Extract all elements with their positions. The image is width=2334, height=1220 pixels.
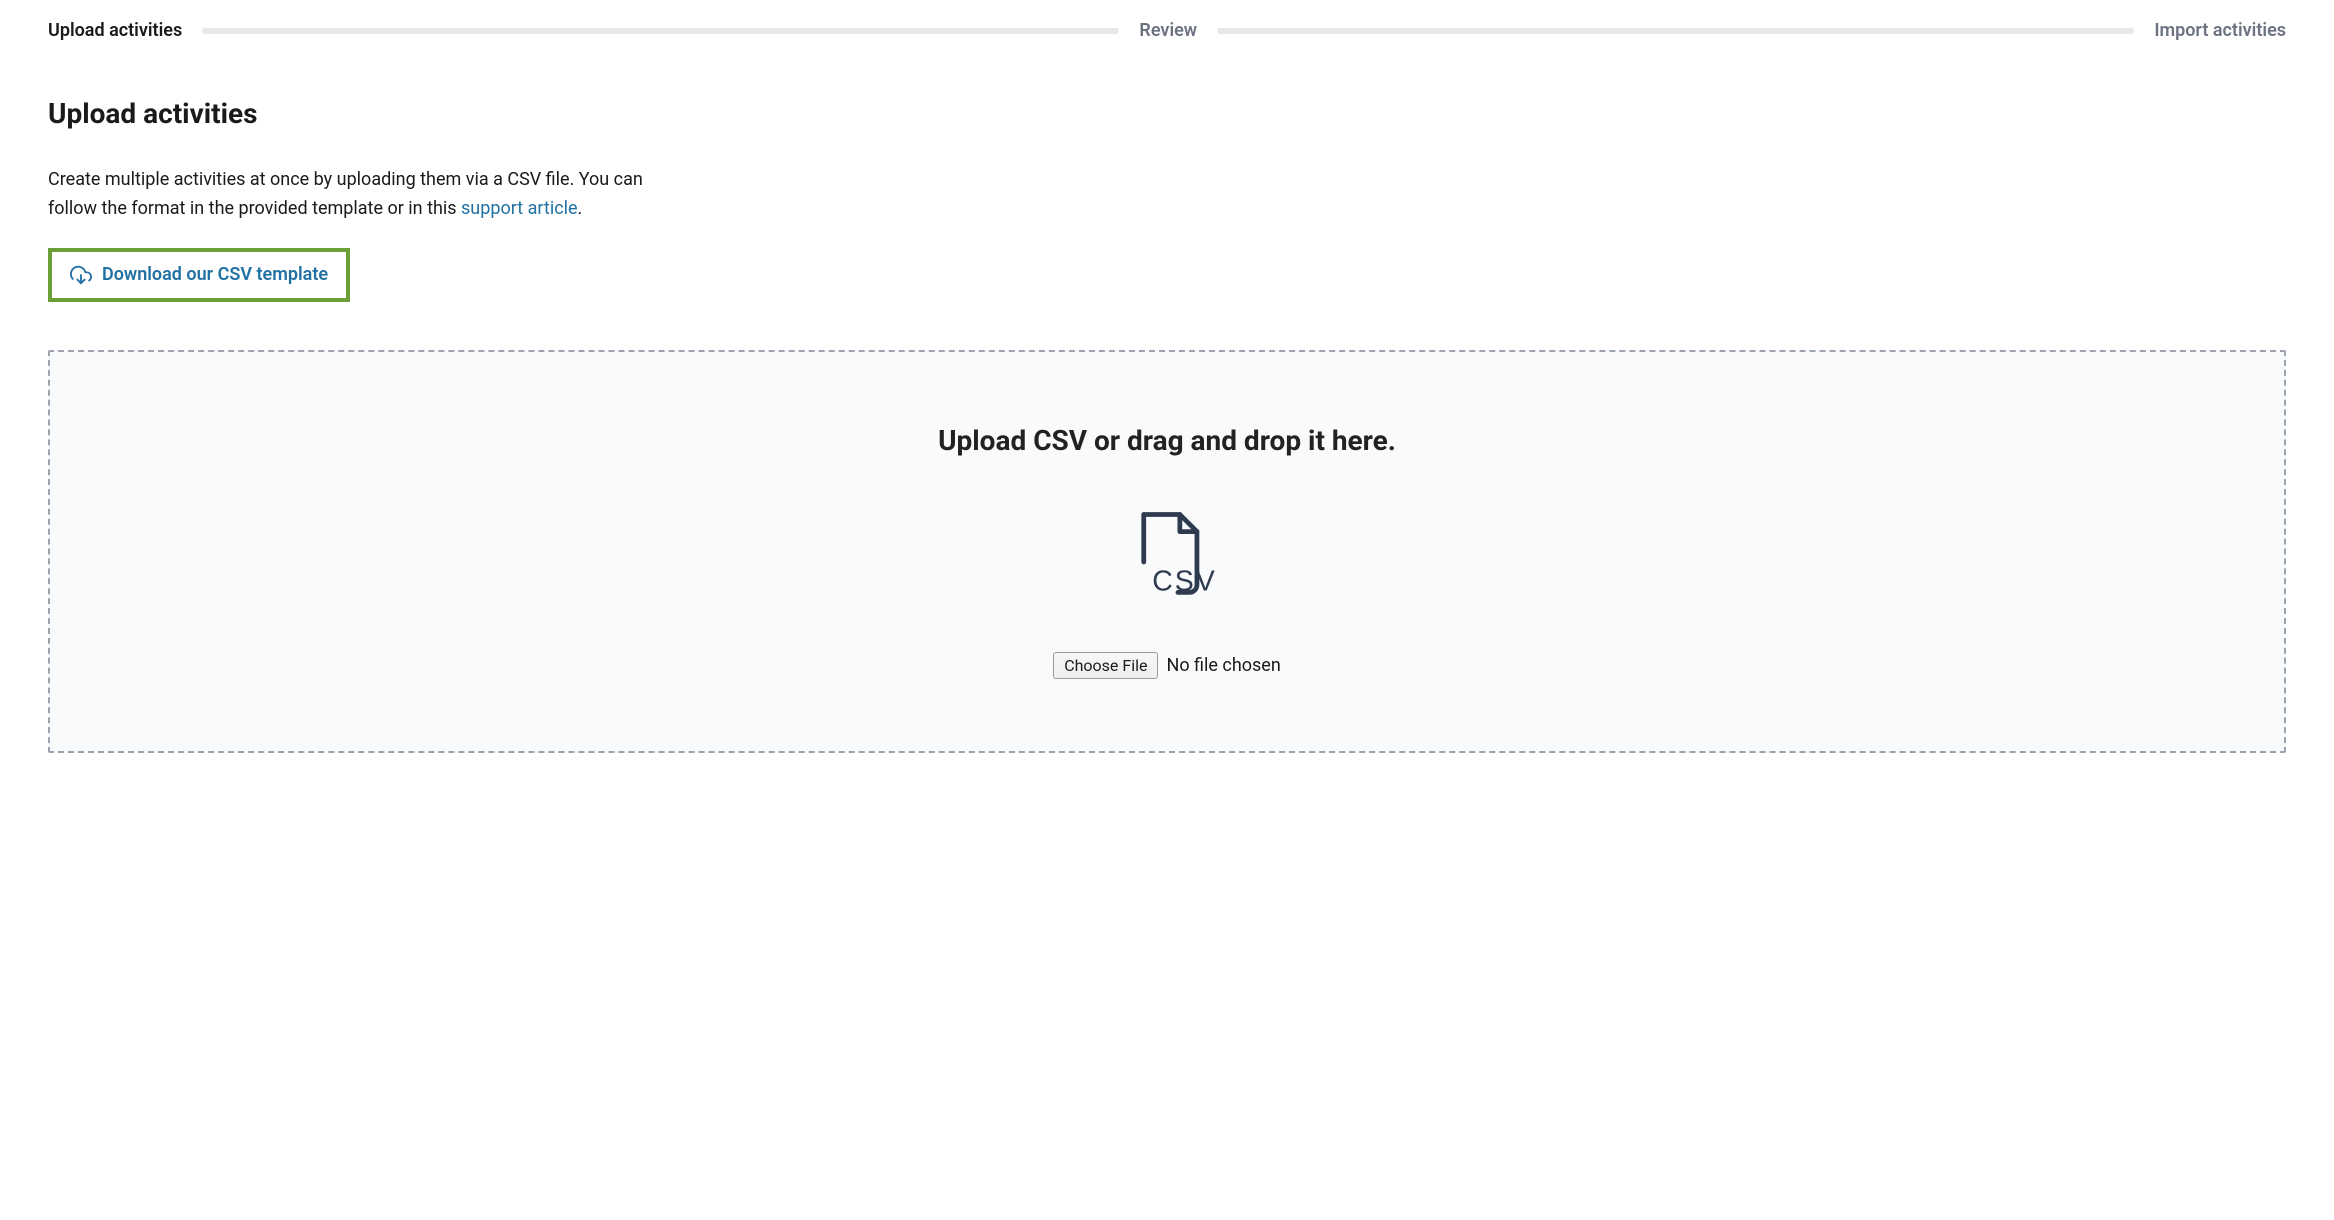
page-title: Upload activities: [48, 97, 2286, 130]
step-import-activities[interactable]: Import activities: [2154, 20, 2286, 41]
download-csv-template-label: Download our CSV template: [102, 264, 328, 285]
support-article-link[interactable]: support article: [461, 198, 578, 219]
csv-file-icon: CSV: [1120, 505, 1215, 600]
svg-text:CSV: CSV: [1152, 565, 1215, 597]
stepper: Upload activities Review Import activiti…: [48, 20, 2286, 41]
step-bar: [202, 28, 1119, 34]
dropzone-title: Upload CSV or drag and drop it here.: [70, 424, 2264, 457]
step-review[interactable]: Review: [1139, 20, 1197, 41]
file-chosen-status: No file chosen: [1166, 655, 1280, 676]
upload-dropzone[interactable]: Upload CSV or drag and drop it here. CSV…: [48, 350, 2286, 753]
file-input-row: Choose File No file chosen: [1053, 652, 1281, 679]
download-csv-template-button[interactable]: Download our CSV template: [48, 248, 350, 302]
page-description: Create multiple activities at once by up…: [48, 166, 668, 224]
choose-file-button[interactable]: Choose File: [1053, 652, 1158, 679]
cloud-download-icon: [70, 264, 92, 286]
step-upload-activities[interactable]: Upload activities: [48, 20, 182, 41]
step-bar: [1217, 28, 2134, 34]
description-text-post: .: [578, 198, 583, 219]
